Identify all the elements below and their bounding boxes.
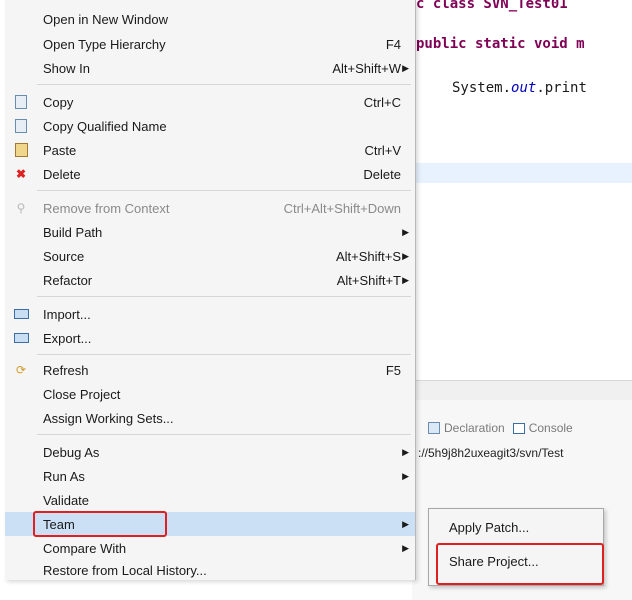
code-editor[interactable]: c class SVN_Test01 public static void m … [412, 0, 632, 400]
copy-qualified-icon [13, 118, 29, 134]
menu-item-refactor[interactable]: Refactor Alt+Shift+T ▶ [5, 268, 415, 292]
code-line-print: System.out.print [452, 80, 587, 96]
submenu-arrow-icon: ▶ [402, 250, 409, 261]
repository-url: ://5h9j8h2uxeagit3/svn/Test [418, 446, 564, 460]
menu-item-compare-with[interactable]: Compare With ▶ [5, 536, 415, 560]
export-icon [13, 330, 29, 346]
submenu-arrow-icon: ▶ [402, 542, 409, 553]
menu-item-run-as[interactable]: Run As ▶ [5, 464, 415, 488]
menu-separator [37, 84, 411, 85]
editor-scrollbar[interactable] [412, 380, 632, 401]
menu-item-refresh[interactable]: ⟳ Refresh F5 [5, 358, 415, 382]
console-icon [512, 422, 525, 434]
menu-item-show-in[interactable]: Show In Alt+Shift+W ▶ [5, 56, 415, 80]
tab-console[interactable]: Console [512, 421, 573, 435]
remove-context-icon: ⚲ [16, 201, 26, 215]
menu-item-remove-from-context: ⚲ Remove from Context Ctrl+Alt+Shift+Down [5, 196, 415, 220]
refresh-icon: ⟳ [15, 363, 27, 377]
menu-item-debug-as[interactable]: Debug As ▶ [5, 440, 415, 464]
copy-icon [13, 94, 29, 110]
current-line-highlight [412, 163, 632, 183]
submenu-arrow-icon: ▶ [402, 226, 409, 237]
paste-icon [13, 142, 29, 158]
menu-item-validate[interactable]: Validate [5, 488, 415, 512]
declaration-icon [428, 422, 440, 434]
menu-item-copy-qualified-name[interactable]: Copy Qualified Name [5, 114, 415, 138]
menu-separator [37, 190, 411, 191]
menu-item-build-path[interactable]: Build Path ▶ [5, 220, 415, 244]
context-menu: Open in New Window Open Type Hierarchy F4… [5, 0, 416, 580]
menu-item-open-type-hierarchy[interactable]: Open Type Hierarchy F4 [5, 32, 415, 56]
menu-item-restore-local-history[interactable]: Restore from Local History... [5, 560, 415, 580]
menu-item-assign-working-sets[interactable]: Assign Working Sets... [5, 406, 415, 430]
import-icon [13, 306, 29, 322]
menu-separator [37, 434, 411, 435]
submenu-arrow-icon: ▶ [402, 470, 409, 481]
menu-item-delete[interactable]: ✖ Delete Delete [5, 162, 415, 186]
delete-icon: ✖ [15, 167, 27, 181]
menu-item-export[interactable]: Export... [5, 326, 415, 350]
team-highlight-box [33, 511, 167, 537]
submenu-arrow-icon: ▶ [402, 274, 409, 285]
submenu-arrow-icon: ▶ [402, 62, 409, 73]
share-project-highlight-box [436, 543, 604, 585]
menu-separator [37, 354, 411, 355]
menu-item-open-new-window[interactable]: Open in New Window [5, 7, 415, 31]
submenu-arrow-icon: ▶ [402, 518, 409, 529]
menu-item-import[interactable]: Import... [5, 302, 415, 326]
menu-separator [37, 296, 411, 297]
menu-item-source[interactable]: Source Alt+Shift+S ▶ [5, 244, 415, 268]
menu-item-copy[interactable]: Copy Ctrl+C [5, 90, 415, 114]
code-line-method: public static void m [416, 36, 585, 52]
submenu-item-apply-patch[interactable]: Apply Patch... [429, 513, 603, 541]
submenu-arrow-icon: ▶ [402, 446, 409, 457]
code-line-class: c class SVN_Test01 [416, 0, 568, 12]
menu-item-close-project[interactable]: Close Project [5, 382, 415, 406]
view-tabs: Declaration Console [428, 418, 573, 438]
menu-item-paste[interactable]: Paste Ctrl+V [5, 138, 415, 162]
tab-declaration[interactable]: Declaration [428, 421, 505, 435]
